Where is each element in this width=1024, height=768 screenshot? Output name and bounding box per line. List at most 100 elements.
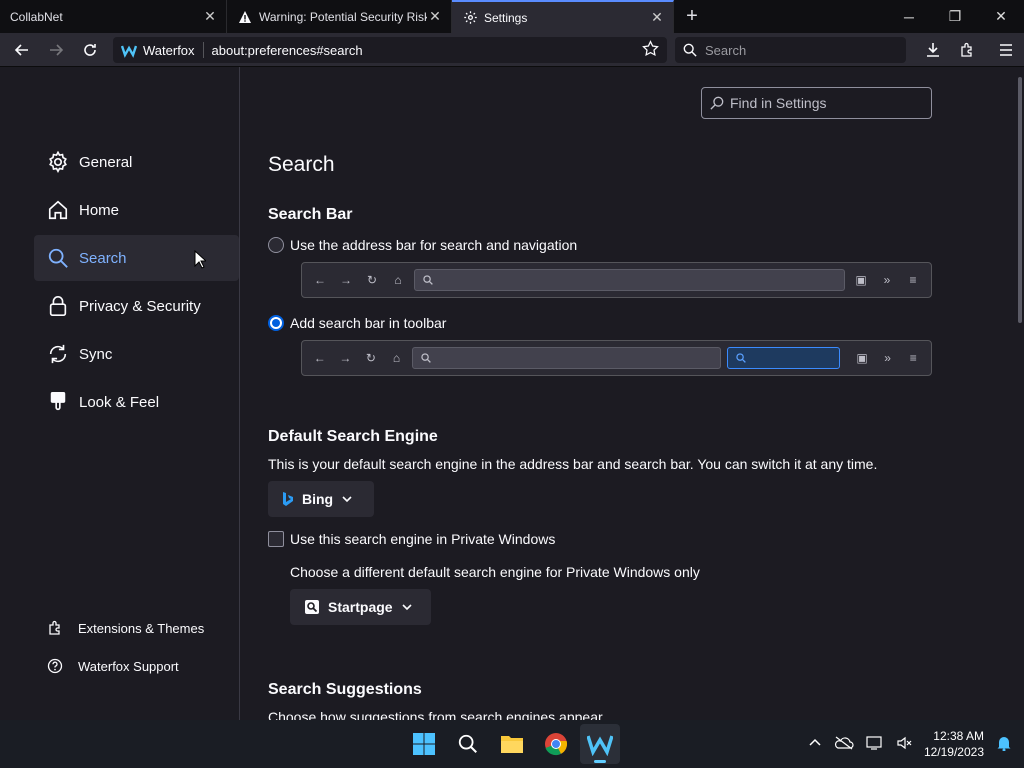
reload-button[interactable] [73,36,107,64]
sidebar-item-label: Look & Feel [79,393,160,411]
search-bar-preview: ← → ↻ ⌂ ▣ » ≡ [301,340,932,376]
sidebar-item-look-and-feel[interactable]: Look & Feel [34,379,239,425]
search-icon [710,96,724,110]
checkbox[interactable] [268,531,284,547]
network-icon[interactable] [866,735,884,754]
system-clock[interactable]: 12:38 AM 12/19/2023 [924,728,984,760]
brand-label: Waterfox [143,42,195,58]
find-in-settings-input[interactable]: Find in Settings [701,87,932,119]
back-button[interactable] [5,36,39,64]
tab-settings[interactable]: Settings ✕ [452,0,674,33]
tab-title: Warning: Potential Security Risk [259,9,427,24]
forward-arrow-icon: → [339,351,352,365]
minimize-button[interactable]: ─ [886,0,932,33]
radio-label: Use the address bar for search and navig… [290,237,578,253]
private-engine-dropdown[interactable]: Startpage [290,589,431,625]
extensions-themes-link[interactable]: Extensions & Themes [46,620,204,636]
extensions-button[interactable] [950,36,984,64]
forward-button[interactable] [39,36,73,64]
taskbar-search-button[interactable] [448,724,488,764]
vertical-scrollbar[interactable] [1018,77,1022,323]
search-icon [458,734,477,753]
sidebar-item-general[interactable]: General [34,139,239,185]
radio-address-bar-option[interactable]: Use the address bar for search and navig… [268,237,577,253]
search-icon [46,246,70,270]
sidebar-icon: ▣ [856,351,868,365]
folder-icon [501,736,523,753]
chrome-icon [545,733,568,756]
private-engine-description: Choose a different default search engine… [290,564,700,580]
download-icon [927,43,939,57]
waterfox-support-link[interactable]: Waterfox Support [46,658,179,674]
checkbox-label: Use this search engine in Private Window… [290,531,556,547]
tab-security-warning[interactable]: Warning: Potential Security Risk ✕ [227,0,452,33]
address-bar[interactable]: Waterfox about:preferences#search [113,37,667,63]
close-icon[interactable]: ✕ [202,8,218,25]
start-button[interactable] [404,724,444,764]
clock-date: 12/19/2023 [923,745,984,759]
overflow-chevron-icon: » [884,351,891,365]
reload-icon: ↻ [365,351,376,365]
waterfox-taskbar-button[interactable] [580,724,620,764]
sidebar-item-label: Home [79,201,120,219]
sidebar-item-privacy[interactable]: Privacy & Security [34,283,239,329]
close-window-button[interactable]: ✕ [978,0,1024,33]
default-engine-dropdown[interactable]: Bing [268,481,374,517]
private-windows-checkbox-row[interactable]: Use this search engine in Private Window… [268,531,555,547]
new-tab-button[interactable]: + [674,0,710,33]
url-text[interactable]: about:preferences#search [212,43,642,58]
lock-icon [46,294,70,318]
identity-box[interactable]: Waterfox [121,42,204,58]
chevron-down-icon [402,604,412,611]
search-bar-heading: Search Bar [268,206,353,223]
search-suggestions-description: Choose how suggestions from search engin… [268,709,603,720]
sidebar-item-sync[interactable]: Sync [34,331,239,377]
home-icon: ⌂ [394,273,402,287]
chevron-down-icon [342,496,352,503]
waterfox-logo-icon [121,45,137,58]
reload-icon [84,43,96,56]
settings-sidebar: General Home Search Privacy & Security S… [0,67,240,720]
radio-button[interactable] [268,237,284,253]
volume-muted-icon[interactable] [896,735,912,754]
sidebar-item-search[interactable]: Search [34,235,239,281]
notification-bell-icon[interactable] [996,735,1012,754]
close-icon[interactable]: ✕ [427,8,443,25]
restore-button[interactable]: ❐ [932,0,978,33]
chevron-up-icon[interactable] [808,736,822,753]
windows-taskbar: 12:38 AM 12/19/2023 [0,720,1024,768]
sidebar-item-home[interactable]: Home [34,187,239,233]
preview-url-field [414,269,845,291]
search-icon [423,275,433,285]
radio-button-checked[interactable] [268,315,284,331]
address-bar-preview: ← → ↻ ⌂ ▣ » ≡ [301,262,932,298]
tab-collabnet[interactable]: CollabNet ✕ [0,0,227,33]
hamburger-menu-icon [1000,44,1012,56]
back-arrow-icon: ← [313,351,326,365]
forward-arrow-icon [50,43,64,56]
radio-search-bar-option[interactable]: Add search bar in toolbar [268,315,446,331]
file-explorer-button[interactable] [492,724,532,764]
onedrive-offline-icon[interactable] [834,736,854,753]
close-icon[interactable]: ✕ [649,9,665,26]
hamburger-menu-icon: ≡ [909,273,917,287]
sidebar-icon: ▣ [855,273,867,287]
clock-time: 12:38 AM [933,729,984,743]
search-icon [683,43,697,57]
reload-icon: ↻ [366,273,378,287]
find-placeholder: Find in Settings [730,95,827,111]
toolbar-search-box[interactable]: Search [675,37,906,63]
forward-arrow-icon: → [340,273,352,287]
downloads-button[interactable] [916,36,950,64]
warning-icon [237,9,253,25]
search-icon [735,353,746,363]
bing-logo-icon [283,492,293,506]
preview-search-field [726,347,841,369]
chrome-button[interactable] [536,724,576,764]
dropdown-value: Startpage [328,599,393,615]
tab-title: CollabNet [10,9,63,24]
bookmark-star-icon[interactable] [642,40,659,60]
menu-button[interactable] [988,36,1024,64]
search-placeholder: Search [705,42,747,58]
home-icon: ⌂ [392,351,401,365]
